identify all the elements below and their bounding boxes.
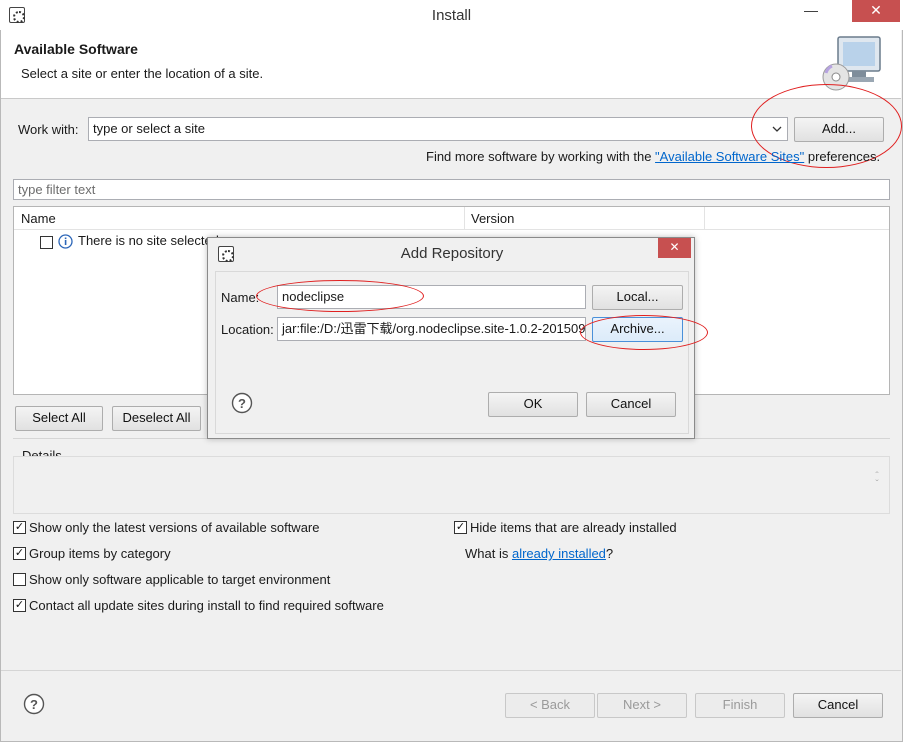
select-all-button[interactable]: Select All xyxy=(15,406,103,431)
chevron-down-icon[interactable] xyxy=(771,124,783,134)
location-input[interactable]: jar:file:/D:/迅雷下载/org.nodeclipse.site-1.… xyxy=(277,317,586,341)
already-installed-link[interactable]: already installed xyxy=(512,546,606,561)
back-button[interactable]: < Back xyxy=(505,693,595,718)
table-row-name: There is no site selected. xyxy=(78,233,223,248)
finish-button[interactable]: Finish xyxy=(695,693,785,718)
ok-button[interactable]: OK xyxy=(488,392,578,417)
group-by-category-checkbox[interactable]: ✓ xyxy=(13,547,26,560)
add-site-button[interactable]: Add... xyxy=(794,117,884,142)
dialog-cancel-button[interactable]: Cancel xyxy=(586,392,676,417)
deselect-all-button[interactable]: Deselect All xyxy=(112,406,201,431)
close-icon[interactable]: ✕ xyxy=(852,0,900,22)
contact-sites-checkbox[interactable]: ✓ xyxy=(13,599,26,612)
row-checkbox[interactable] xyxy=(40,236,53,249)
latest-versions-checkbox[interactable]: ✓ xyxy=(13,521,26,534)
location-label: Location: xyxy=(221,322,274,337)
dialog-title: Add Repository xyxy=(400,245,504,262)
next-button[interactable]: Next > xyxy=(597,693,687,718)
name-label: Name: xyxy=(221,290,260,305)
work-with-combo[interactable]: type or select a site xyxy=(88,117,788,141)
page-title: Available Software xyxy=(14,41,138,57)
help-icon[interactable]: ? xyxy=(231,392,253,414)
hide-installed-label: Hide items that are already installed xyxy=(470,520,677,535)
filter-input[interactable]: type filter text xyxy=(13,179,890,200)
applicable-only-checkbox[interactable] xyxy=(13,573,26,586)
name-input[interactable]: nodeclipse xyxy=(277,285,586,309)
archive-button[interactable]: Archive... xyxy=(592,317,683,342)
svg-text:?: ? xyxy=(30,697,38,712)
work-with-label: Work with: xyxy=(18,122,79,137)
window-title: Install xyxy=(431,7,472,24)
column-divider xyxy=(464,207,465,230)
info-icon xyxy=(58,234,73,249)
minimize-icon[interactable]: — xyxy=(798,0,824,22)
contact-sites-label: Contact all update sites during install … xyxy=(29,598,384,613)
cancel-button[interactable]: Cancel xyxy=(793,693,883,718)
hide-installed-checkbox[interactable]: ✓ xyxy=(454,521,467,534)
svg-text:?: ? xyxy=(238,396,246,411)
group-by-category-label: Group items by category xyxy=(29,546,171,561)
applicable-only-label: Show only software applicable to target … xyxy=(29,572,331,587)
close-icon[interactable]: ✕ xyxy=(658,238,691,258)
column-name[interactable]: Name xyxy=(21,211,56,226)
add-repository-dialog: Add Repository ✕ Name: nodeclipse Local.… xyxy=(207,237,695,439)
available-software-sites-link[interactable]: "Available Software Sites" xyxy=(655,149,804,164)
local-button[interactable]: Local... xyxy=(592,285,683,310)
column-divider xyxy=(704,207,705,230)
help-icon[interactable]: ? xyxy=(23,693,45,715)
table-header xyxy=(14,207,889,230)
monitor-cd-icon xyxy=(822,36,881,91)
page-description: Select a site or enter the location of a… xyxy=(21,66,264,81)
column-version[interactable]: Version xyxy=(471,211,514,226)
find-more-text: Find more software by working with the "… xyxy=(426,149,881,164)
what-is-installed-text: What is already installed? xyxy=(465,546,614,561)
footer-separator xyxy=(1,670,901,671)
spinner-icon[interactable]: ˆˇ xyxy=(871,472,883,490)
details-area xyxy=(13,456,890,514)
latest-versions-label: Show only the latest versions of availab… xyxy=(29,520,320,535)
